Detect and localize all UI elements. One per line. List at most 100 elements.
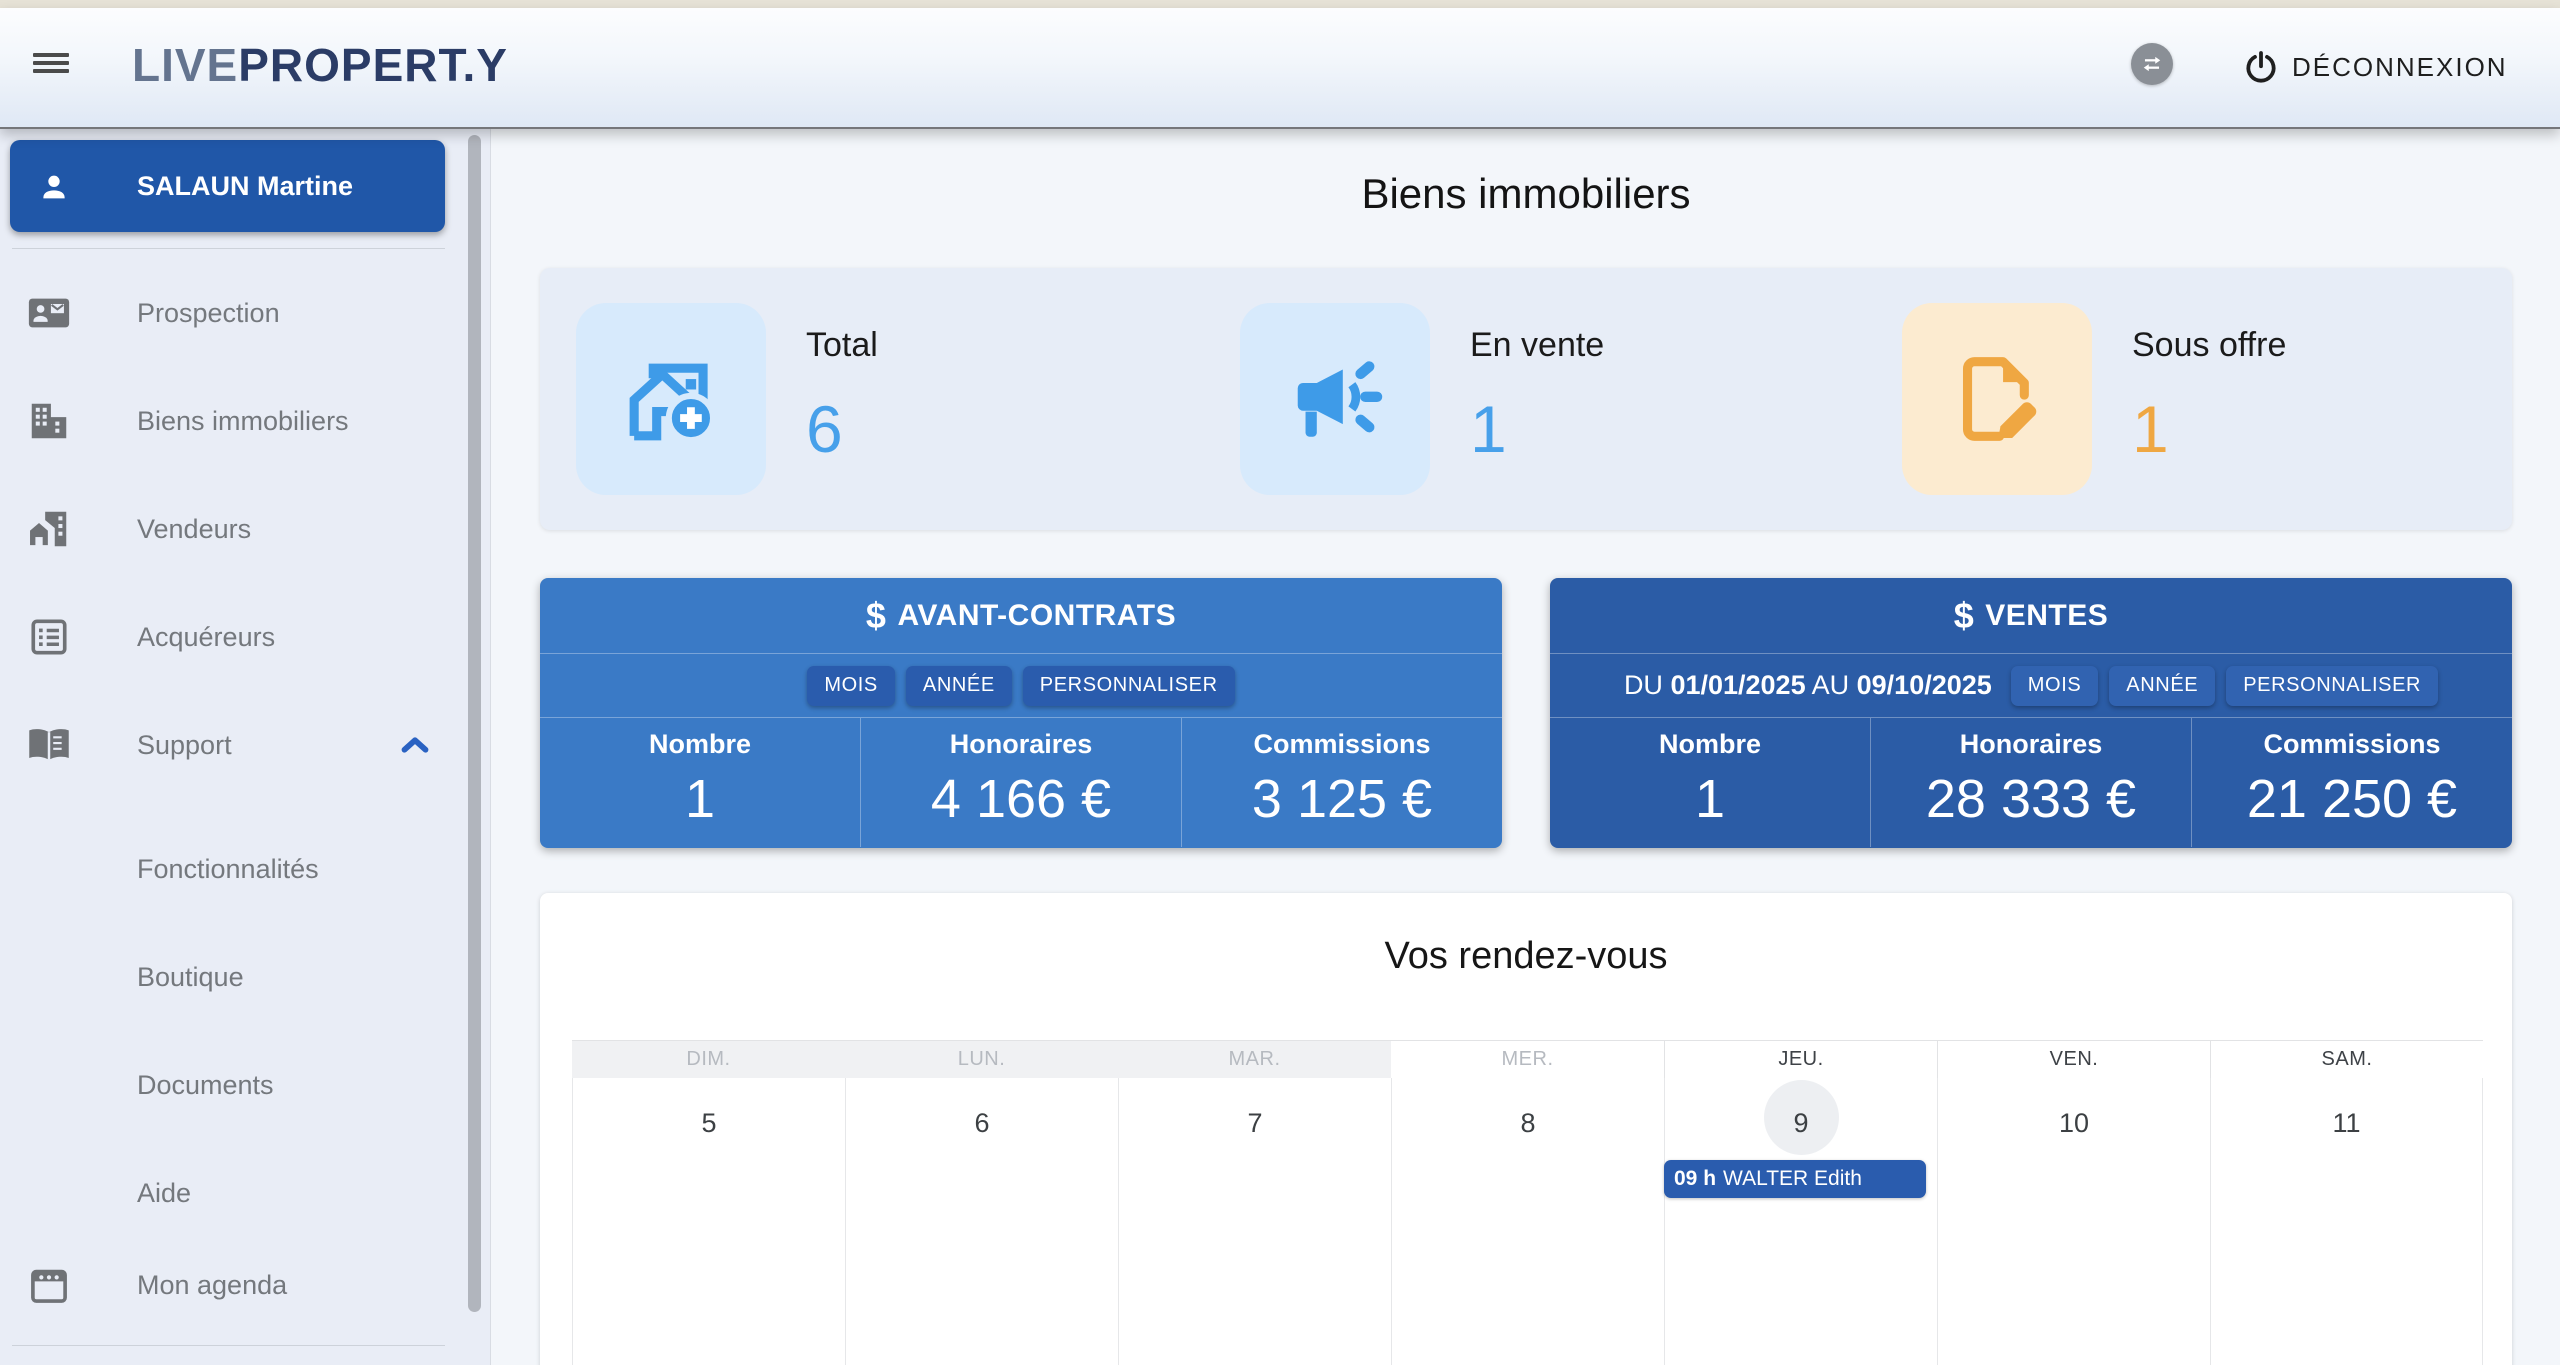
calendar-day-cell-8[interactable]: 8	[1391, 1078, 1664, 1365]
sidebar-item-label: Prospection	[137, 298, 280, 329]
sidebar-subitem-label: Boutique	[137, 962, 244, 993]
panel-ventes-values: Nombre 1 Honoraires 28 333 € Commissions…	[1550, 718, 2512, 847]
sidebar-subitem-documents[interactable]: Documents	[0, 1031, 460, 1139]
panel-ventes-header: $ VENTES	[1550, 578, 2512, 654]
calendar-day-cell-10[interactable]: 10	[1937, 1078, 2210, 1365]
stat-label-en-vente: En vente	[1470, 326, 1604, 365]
calendar-weekday-mar: MAR.	[1118, 1040, 1391, 1078]
brand-logo-part2: PROPERT.Y	[238, 39, 508, 91]
date-infix: AU	[1812, 670, 1850, 700]
sidebar-subitem-boutique[interactable]: Boutique	[0, 923, 460, 1031]
metric-value: 1	[1550, 768, 1870, 830]
day-number: 11	[2211, 1108, 2482, 1139]
metric-header: Honoraires	[861, 729, 1181, 760]
list-icon	[26, 614, 72, 660]
date-to: 09/10/2025	[1857, 670, 1992, 700]
stat-value-sous-offre: 1	[2132, 394, 2169, 464]
stats-summary-bar: Total 6 En vente 1 Sous offre 1	[540, 268, 2512, 530]
add-home-icon	[619, 347, 723, 451]
menu-hamburger-icon[interactable]	[33, 53, 69, 81]
appointment-event[interactable]: 09 h WALTER Edith	[1664, 1160, 1926, 1198]
event-time: 09 h	[1674, 1167, 1716, 1190]
calendar-day-cell-5[interactable]: 5	[572, 1078, 845, 1365]
metric-honoraires: Honoraires 28 333 €	[1870, 718, 2191, 847]
sidebar-item-prospection[interactable]: Prospection	[0, 259, 460, 367]
annee-button[interactable]: ANNÉE	[906, 666, 1012, 706]
appointments-title: Vos rendez-vous	[540, 935, 2512, 978]
calendar-weekday-lun: LUN.	[845, 1040, 1118, 1078]
day-number: 10	[1938, 1108, 2210, 1139]
calendar-weekday-jeu: JEU.	[1664, 1040, 1937, 1078]
panel-avant-contrats-header: $ AVANT-CONTRATS	[540, 578, 1502, 654]
sidebar-subitem-label: Fonctionnalités	[137, 854, 319, 885]
logout-button[interactable]: DÉCONNEXION	[2242, 45, 2508, 89]
sidebar-item-support[interactable]: Support	[0, 691, 460, 799]
stat-value-total: 6	[806, 394, 843, 464]
personnaliser-button[interactable]: PERSONNALISER	[1023, 666, 1235, 706]
sidebar-item-label: Biens immobiliers	[137, 406, 349, 437]
sidebar-item-label: Vendeurs	[137, 514, 251, 545]
metric-header: Commissions	[1182, 729, 1502, 760]
metric-commissions: Commissions 21 250 €	[2191, 718, 2512, 847]
stat-value-en-vente: 1	[1470, 394, 1507, 464]
brand-logo[interactable]: LIVEPROPERT.Y	[132, 41, 508, 89]
calendar-day-cell-11[interactable]: 11	[2210, 1078, 2483, 1365]
calendar-weekday-sam: SAM.	[2210, 1040, 2483, 1078]
calendar-day-cell-6[interactable]: 6	[845, 1078, 1118, 1365]
sidebar-subitem-fonctionnalites[interactable]: Fonctionnalités	[0, 815, 460, 923]
sidebar-item-biens-immobiliers[interactable]: Biens immobiliers	[0, 367, 460, 475]
book-icon	[26, 722, 72, 768]
sidebar-divider-bottom	[12, 1345, 445, 1346]
sidebar-user-name: SALAUN Martine	[137, 140, 353, 232]
day-number: 6	[846, 1108, 1118, 1139]
panel-title: AVANT-CONTRATS	[897, 599, 1176, 633]
metric-value: 28 333 €	[1871, 768, 2191, 830]
day-number: 7	[1119, 1108, 1391, 1139]
metric-value: 1	[540, 768, 860, 830]
panel-title: VENTES	[1985, 599, 2108, 633]
contact-card-icon	[26, 290, 72, 336]
sidebar-item-label: Acquéreurs	[137, 622, 275, 653]
personnaliser-button[interactable]: PERSONNALISER	[2226, 666, 2438, 706]
metric-nombre: Nombre 1	[540, 718, 860, 847]
metric-nombre: Nombre 1	[1550, 718, 1870, 847]
home-building-icon	[26, 506, 72, 552]
calendar-day-cell-9-today[interactable]: 9 09 hWALTER Edith	[1664, 1078, 1937, 1365]
calendar-icon	[26, 1262, 72, 1308]
sidebar-item-label: Support	[137, 730, 232, 761]
mois-button[interactable]: MOIS	[807, 666, 895, 706]
logout-label: DÉCONNEXION	[2292, 52, 2508, 83]
panel-avant-contrats: $ AVANT-CONTRATS MOIS ANNÉE PERSONNALISE…	[540, 578, 1502, 848]
share-switch-button[interactable]	[2131, 43, 2173, 85]
metric-header: Nombre	[540, 729, 860, 760]
metric-commissions: Commissions 3 125 €	[1181, 718, 1502, 847]
metric-header: Nombre	[1550, 729, 1870, 760]
sidebar-scrollbar[interactable]	[468, 135, 481, 1312]
window-top-edge	[0, 0, 2560, 8]
panel-ventes-filters: DU 01/01/2025 AU 09/10/2025 MOIS ANNÉE P…	[1550, 654, 2512, 718]
sidebar-item-vendeurs[interactable]: Vendeurs	[0, 475, 460, 583]
page-title: Biens immobiliers	[540, 170, 2512, 218]
event-name: WALTER Edith	[1723, 1167, 1862, 1190]
sidebar-item-mon-agenda[interactable]: Mon agenda	[0, 1231, 460, 1339]
document-edit-icon	[1945, 347, 2049, 451]
panel-avant-contrats-filters: MOIS ANNÉE PERSONNALISER	[540, 654, 1502, 718]
metric-value: 3 125 €	[1182, 768, 1502, 830]
sidebar: SALAUN Martine Prospection Biens	[0, 127, 491, 1365]
dollar-icon: $	[1954, 595, 1975, 637]
calendar-day-cell-7[interactable]: 7	[1118, 1078, 1391, 1365]
swap-arrows-icon	[2139, 51, 2165, 77]
stat-label-sous-offre: Sous offre	[2132, 326, 2286, 365]
day-number: 8	[1392, 1108, 1664, 1139]
sidebar-item-acquereurs[interactable]: Acquéreurs	[0, 583, 460, 691]
mois-button[interactable]: MOIS	[2011, 666, 2099, 706]
metric-header: Honoraires	[1871, 729, 2191, 760]
app-header: LIVEPROPERT.Y DÉCONNEXION	[0, 8, 2560, 129]
app-screen: LIVEPROPERT.Y DÉCONNEXION SALAUN	[0, 0, 2560, 1365]
metric-honoraires: Honoraires 4 166 €	[860, 718, 1181, 847]
annee-button[interactable]: ANNÉE	[2109, 666, 2215, 706]
stat-tile-total	[576, 303, 766, 495]
building-icon	[26, 398, 72, 444]
metric-value: 4 166 €	[861, 768, 1181, 830]
sidebar-user-button[interactable]: SALAUN Martine	[10, 140, 445, 232]
